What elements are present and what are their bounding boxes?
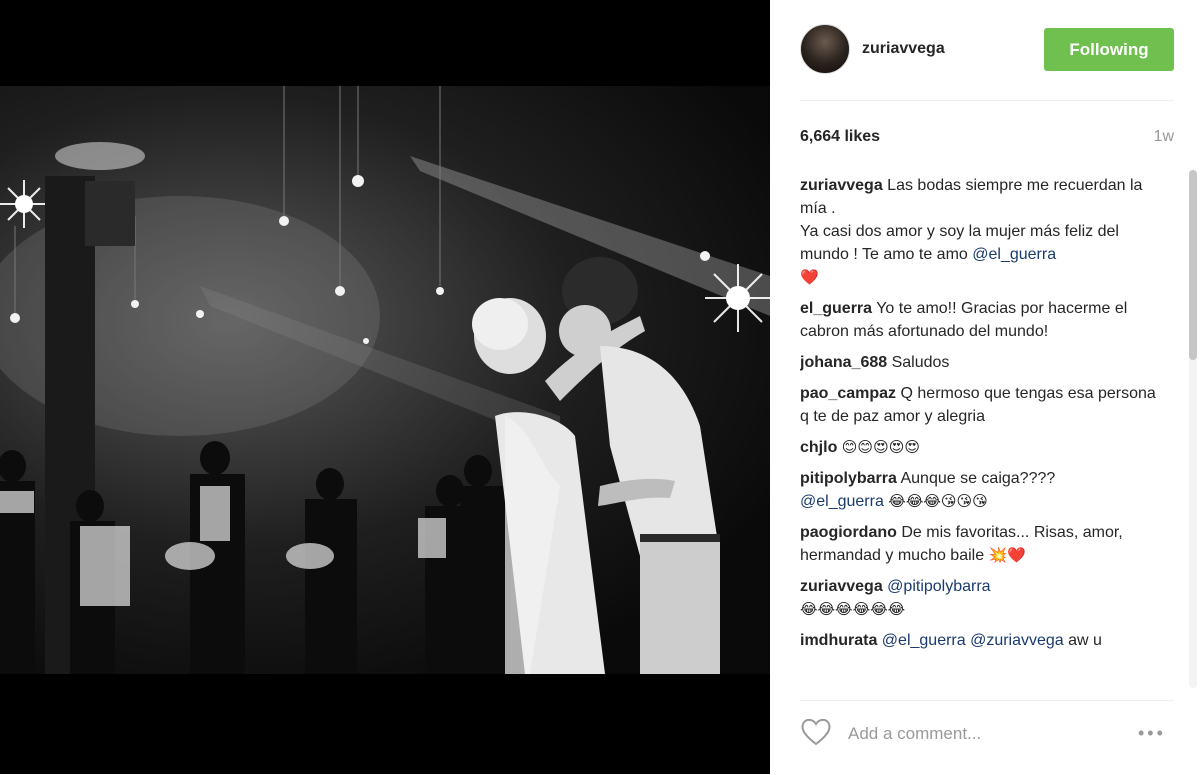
- comment-text: aw u: [1068, 632, 1102, 649]
- comment-emoji: 😂😂😂😘😘😘: [888, 493, 988, 510]
- comment-text: Aunque se caiga????: [900, 470, 1056, 487]
- comment-mention[interactable]: @el_guerra: [972, 246, 1056, 263]
- ellipsis-icon[interactable]: •••: [1138, 723, 1174, 743]
- following-button[interactable]: Following: [1044, 28, 1174, 71]
- comment-username[interactable]: johana_688: [800, 354, 887, 371]
- comment: el_guerra Yo te amo!! Gracias por hacerm…: [800, 297, 1156, 343]
- comment: zuriavvega @pitipolybarra 😂😂😂😂😂😂: [800, 575, 1156, 621]
- wedding-photo-illustration: [0, 86, 770, 674]
- comment-username[interactable]: el_guerra: [800, 300, 872, 317]
- comment: chjlo 😊😊😍😍😍: [800, 436, 1156, 459]
- likes-row: 6,664 likes 1w: [800, 128, 1174, 152]
- post-header: zuriavvega Following: [800, 0, 1174, 101]
- comment-username[interactable]: paogiordano: [800, 524, 897, 541]
- comments-list: zuriavvega Las bodas siempre me recuerda…: [800, 174, 1156, 688]
- avatar[interactable]: [800, 24, 850, 74]
- comment-mention[interactable]: @el_guerra: [800, 493, 884, 510]
- comment-emoji: 😊😊😍😍😍: [841, 439, 920, 456]
- comment-username[interactable]: chjlo: [800, 439, 837, 456]
- comment-text: Ya casi dos amor y soy la mujer más feli…: [800, 223, 1119, 263]
- comment-username[interactable]: imdhurata: [800, 632, 877, 649]
- likes-count[interactable]: 6,664 likes: [800, 128, 880, 146]
- comment-mention[interactable]: @el_guerra @zuriavvega: [882, 632, 1064, 649]
- comment-text: Saludos: [891, 354, 950, 371]
- comment-username[interactable]: zuriavvega: [800, 578, 883, 595]
- post-photo-panel: [0, 0, 770, 774]
- post-side-panel: zuriavvega Following 6,664 likes 1w zuri…: [770, 0, 1200, 774]
- comment: paogiordano De mis favoritas... Risas, a…: [800, 521, 1156, 567]
- comment: pao_campaz Q hermoso que tengas esa pers…: [800, 382, 1156, 428]
- comment: zuriavvega Las bodas siempre me recuerda…: [800, 174, 1156, 289]
- heart-emoji: ❤️: [800, 269, 819, 286]
- post-time[interactable]: 1w: [1154, 128, 1174, 146]
- comment: johana_688 Saludos: [800, 351, 1156, 374]
- comment-mention[interactable]: @pitipolybarra: [887, 578, 990, 595]
- post-author-username[interactable]: zuriavvega: [862, 40, 945, 58]
- post-photo[interactable]: [0, 86, 770, 674]
- comment-emoji: 😂😂😂😂😂😂: [800, 601, 906, 618]
- comment-footer: •••: [800, 700, 1174, 775]
- comment-username[interactable]: pao_campaz: [800, 385, 896, 402]
- comment-username[interactable]: zuriavvega: [800, 177, 883, 194]
- comment-emoji: 💥❤️: [988, 547, 1026, 564]
- heart-outline-icon[interactable]: [800, 717, 832, 747]
- comment: imdhurata @el_guerra @zuriavvega aw u: [800, 629, 1156, 652]
- comment: pitipolybarra Aunque se caiga???? @el_gu…: [800, 467, 1156, 513]
- comments-scrollbar[interactable]: [1189, 170, 1197, 360]
- comment-username[interactable]: pitipolybarra: [800, 470, 897, 487]
- add-comment-input[interactable]: [846, 719, 1110, 749]
